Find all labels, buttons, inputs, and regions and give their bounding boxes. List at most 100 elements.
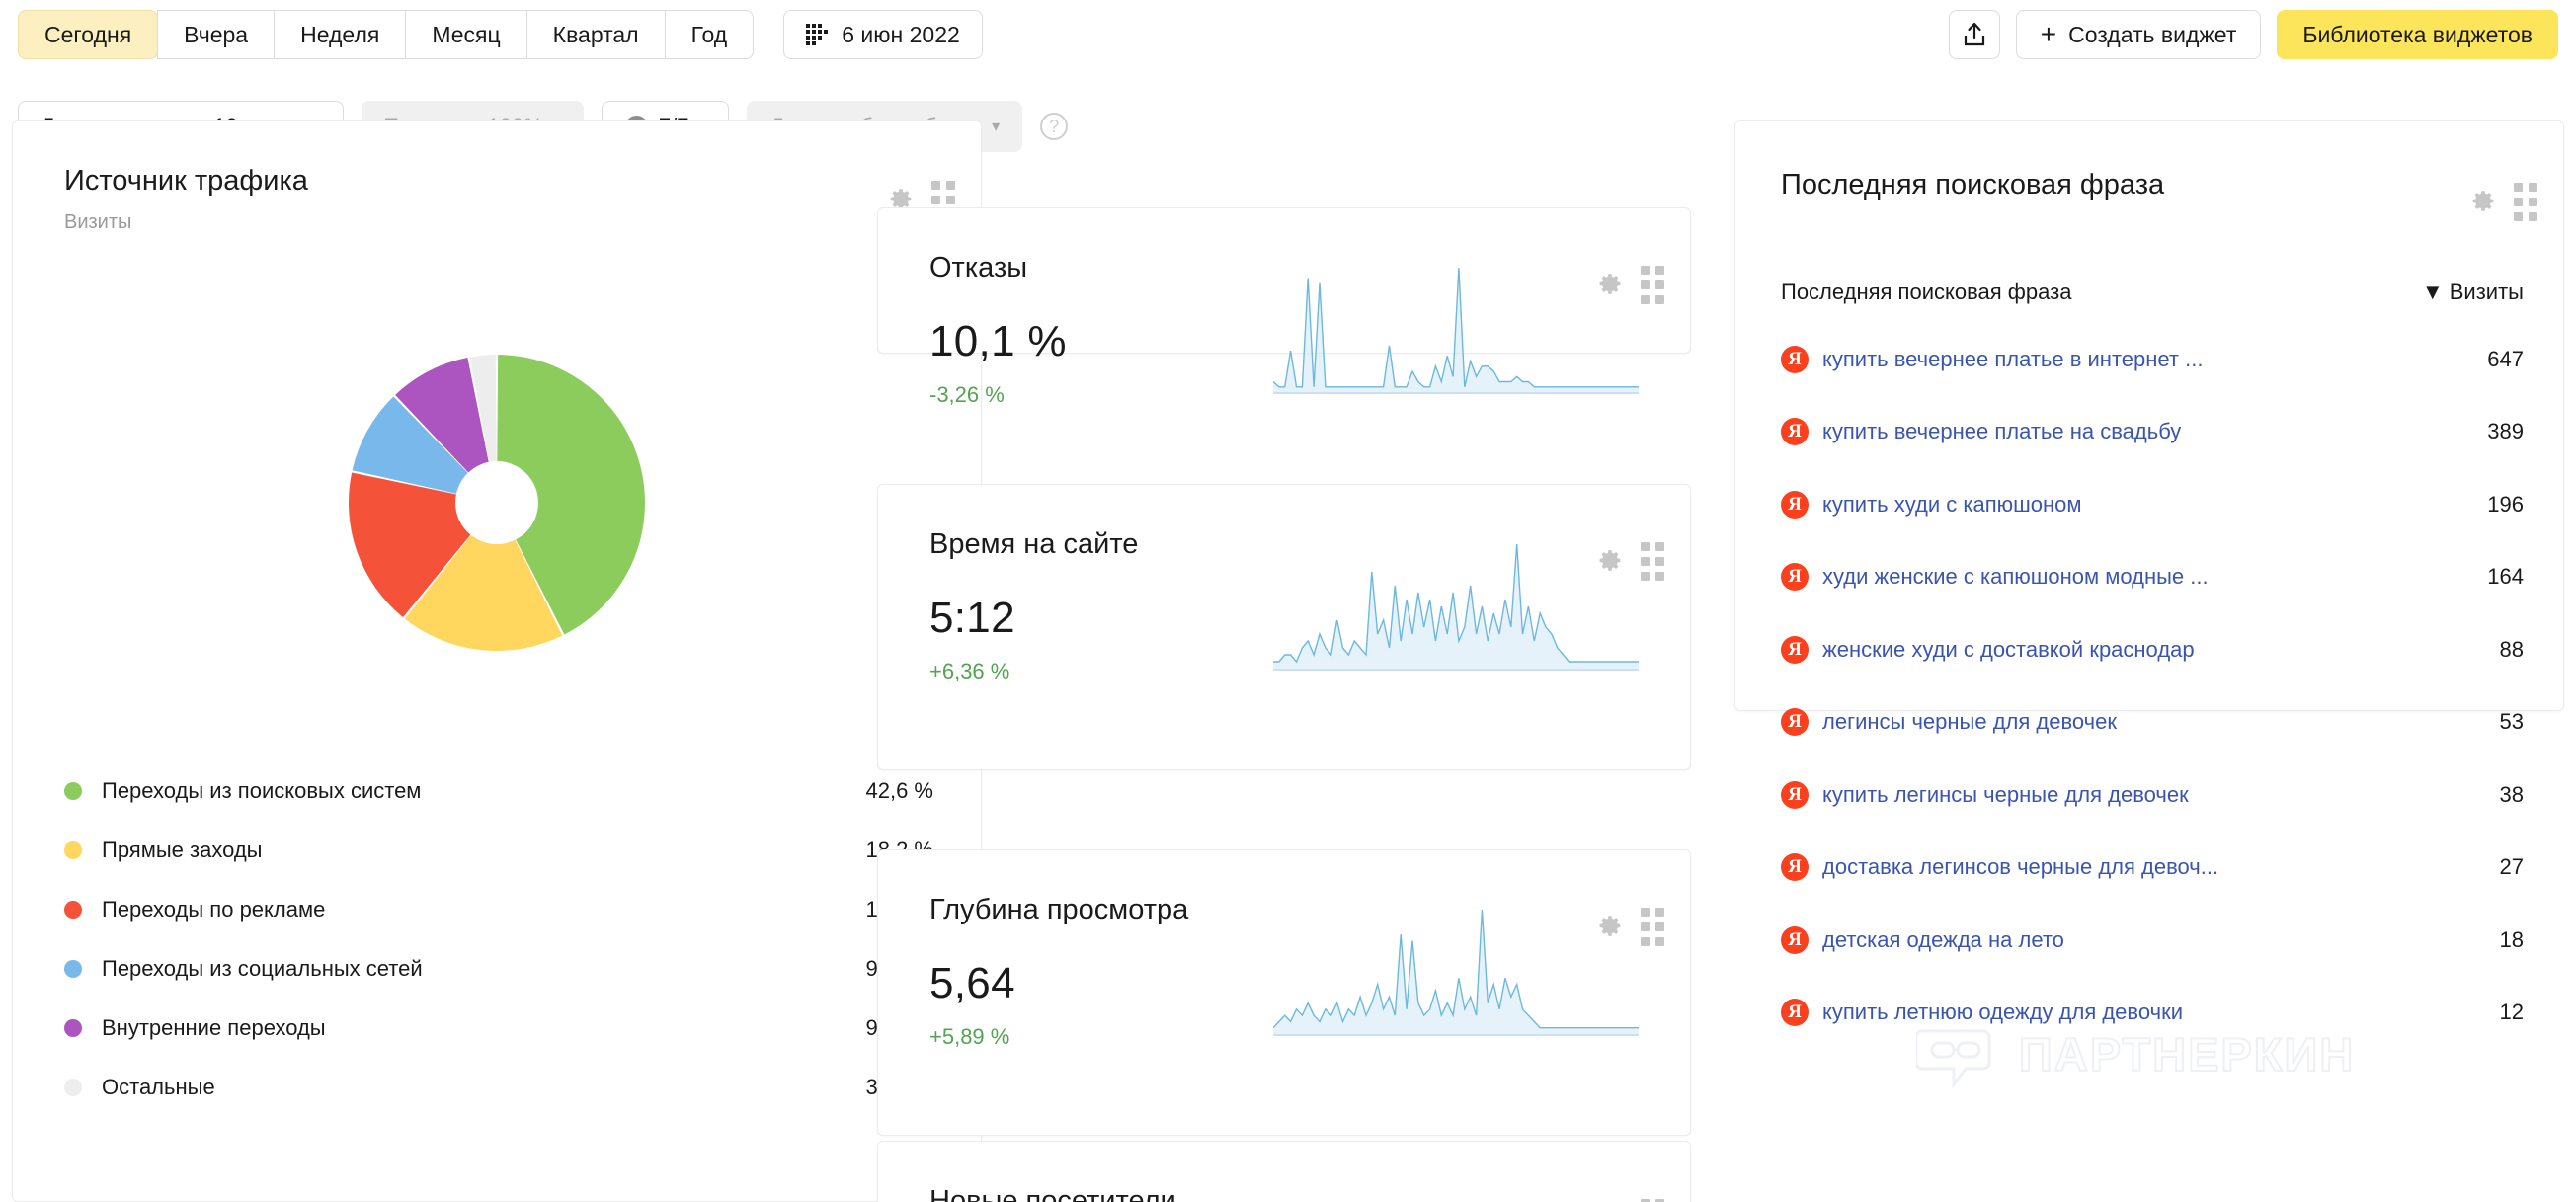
table-row[interactable]: Яхуди женские с капюшоном модные ... 164 <box>1781 541 2524 614</box>
widget-library-button[interactable]: Библиотека виджетов <box>2277 10 2558 59</box>
visits-value: 647 <box>2487 346 2524 371</box>
legend-color-dot <box>64 841 82 859</box>
period-tab-4[interactable]: Квартал <box>525 10 666 59</box>
drag-grid-icon[interactable] <box>2514 183 2537 221</box>
widget-library-label: Библиотека виджетов <box>2302 21 2533 47</box>
legend-item[interactable]: Переходы из поисковых систем 42,6 % <box>64 761 933 821</box>
legend-item[interactable]: Переходы по рекламе17,6 % <box>64 880 933 939</box>
period-tab-label: Неделя <box>300 21 380 47</box>
yandex-icon: Я <box>1781 345 1809 373</box>
table-row[interactable]: Якупить вечернее платье на свадьбу 389 <box>1781 396 2524 469</box>
donut-hole <box>455 461 538 544</box>
drag-grid-icon[interactable] <box>1641 908 1664 946</box>
create-widget-label: Создать виджет <box>2068 21 2237 47</box>
help-icon[interactable]: ? <box>1040 113 1069 140</box>
traffic-pie-chart <box>349 355 645 651</box>
period-tab-label: Квартал <box>552 21 639 47</box>
drag-grid-icon[interactable] <box>1641 266 1664 304</box>
visits-value: 164 <box>2487 564 2524 590</box>
plus-icon: + <box>2040 19 2057 49</box>
yandex-icon: Я <box>1781 490 1809 519</box>
visits-value: 196 <box>2487 491 2524 517</box>
search-phrase-link[interactable]: детская одежда на лето <box>1822 927 2476 953</box>
legend-item[interactable]: Прямые заходы18,2 % <box>64 821 933 880</box>
table-row[interactable]: Ядетская одежда на лето 18 <box>1781 904 2524 977</box>
yandex-icon: Я <box>1781 780 1809 809</box>
visits-value: 53 <box>2499 709 2524 735</box>
legend-color-dot <box>64 1019 82 1037</box>
metric-value: 5,64 <box>929 959 1015 1007</box>
sparkline-chart <box>1272 908 1639 1036</box>
widget-title: Время на сайте <box>929 528 1139 560</box>
sparkline-chart <box>1273 542 1639 671</box>
table-row[interactable]: Ялегинсы черные для девочек 53 <box>1781 686 2524 760</box>
period-tab-label: Год <box>690 21 728 47</box>
metric-value: 10,1 % <box>929 317 1067 365</box>
period-tab-3[interactable]: Месяц <box>405 10 527 59</box>
widget-title: Последняя поисковая фраза <box>1781 169 2165 200</box>
traffic-source-widget: Источник трафика Визиты Переходы из поис… <box>12 120 982 1202</box>
legend-item[interactable]: Остальные3,04 % <box>64 1058 933 1117</box>
search-phrase-link[interactable]: купить худи с капюшоном <box>1822 492 2463 518</box>
gear-icon[interactable] <box>2470 190 2496 215</box>
legend-value: 42,6 % <box>865 778 934 803</box>
table-row[interactable]: Ядоставка легинсов черные для девоч... 27 <box>1781 832 2524 905</box>
date-picker-button[interactable]: 6 июн 2022 <box>783 10 983 59</box>
export-button[interactable] <box>1948 10 2000 59</box>
search-phrase-link[interactable]: купить летнюю одежду для девочки <box>1822 1000 2476 1025</box>
column-header-visits[interactable]: ▼ Визиты <box>2422 280 2524 305</box>
metric-value: 5:12 <box>929 594 1015 642</box>
search-phrase-link[interactable]: купить легинсы черные для девочек <box>1822 782 2476 808</box>
search-phrase-link[interactable]: купить вечернее платье на свадьбу <box>1822 419 2463 444</box>
legend-color-dot <box>64 901 82 919</box>
period-tab-label: Вчера <box>184 21 249 47</box>
visits-value: 12 <box>2499 1000 2524 1025</box>
period-tab-1[interactable]: Вчера <box>157 10 276 59</box>
create-widget-button[interactable]: + Создать виджет <box>2015 10 2262 59</box>
yandex-icon: Я <box>1781 708 1809 737</box>
pie-chart-container <box>13 355 981 651</box>
drag-grid-icon[interactable] <box>1641 542 1664 581</box>
metric-delta: +6,36 % <box>929 659 1010 683</box>
chevron-down-icon: ▾ <box>992 119 1001 135</box>
column-header-phrase[interactable]: Последняя поисковая фраза <box>1781 280 2422 305</box>
yandex-icon: Я <box>1781 635 1809 664</box>
bounce-rate-widget: Отказы 10,1 % -3,26 % <box>877 207 1691 407</box>
widget-title: Новые посетители <box>929 1185 1176 1202</box>
yandex-icon: Я <box>1781 925 1809 954</box>
legend-label: Внутренние переходы <box>102 1015 326 1040</box>
time-on-site-widget: Время на сайте 5:12 +6,36 % <box>877 484 1691 770</box>
search-phrase-link[interactable]: легинсы черные для девочек <box>1822 709 2476 735</box>
page-depth-widget: Глубина просмотра 5,64 +5,89 % <box>877 849 1691 1136</box>
search-phrase-link[interactable]: купить вечернее платье в интернет ... <box>1822 347 2463 372</box>
yandex-icon: Я <box>1781 853 1809 882</box>
table-row[interactable]: Якупить легинсы черные для девочек 38 <box>1781 759 2524 832</box>
period-tab-label: Месяц <box>432 21 501 47</box>
widget-title: Источник трафика <box>64 165 308 197</box>
period-tab-0[interactable]: Сегодня <box>18 10 159 59</box>
legend-item[interactable]: Переходы из социальных сетей9,46 % <box>64 939 933 999</box>
visits-value: 88 <box>2499 636 2524 662</box>
yandex-icon: Я <box>1781 563 1809 592</box>
search-phrase-link[interactable]: женские худи с доставкой краснодар <box>1822 637 2476 663</box>
legend-label: Переходы из поисковых систем <box>102 778 422 803</box>
table-row[interactable]: Якупить худи с капюшоном 196 <box>1781 468 2524 541</box>
legend-item[interactable]: Внутренние переходы9,12 % <box>64 999 933 1058</box>
visits-value: 38 <box>2499 781 2524 807</box>
period-tab-2[interactable]: Неделя <box>274 10 407 59</box>
search-phrase-link[interactable]: худи женские с капюшоном модные ... <box>1822 564 2463 590</box>
visits-value: 18 <box>2499 926 2524 952</box>
visits-value: 27 <box>2499 854 2524 880</box>
widget-title: Отказы <box>929 252 1028 283</box>
search-phrase-link[interactable]: доставка легинсов черные для девоч... <box>1822 854 2476 880</box>
legend-color-dot <box>64 782 82 800</box>
period-toolbar: Сегодня Вчера Неделя Месяц Квартал Год 6 июн … <box>18 8 983 61</box>
widget-subtitle: Визиты <box>64 211 132 233</box>
table-row[interactable]: Якупить летнюю одежду для девочки 12 <box>1781 977 2524 1050</box>
table-row[interactable]: Якупить вечернее платье в интернет ... 64… <box>1781 323 2524 396</box>
actions-toolbar: + Создать виджет Библиотека виджетов <box>1948 8 2558 61</box>
sparkline-chart <box>1272 266 1639 394</box>
period-tab-5[interactable]: Год <box>664 10 755 59</box>
table-row[interactable]: Яженские худи с доставкой краснодар 88 <box>1781 613 2524 686</box>
pie-legend: Переходы из поисковых систем 42,6 % Прямые… <box>64 761 933 1117</box>
